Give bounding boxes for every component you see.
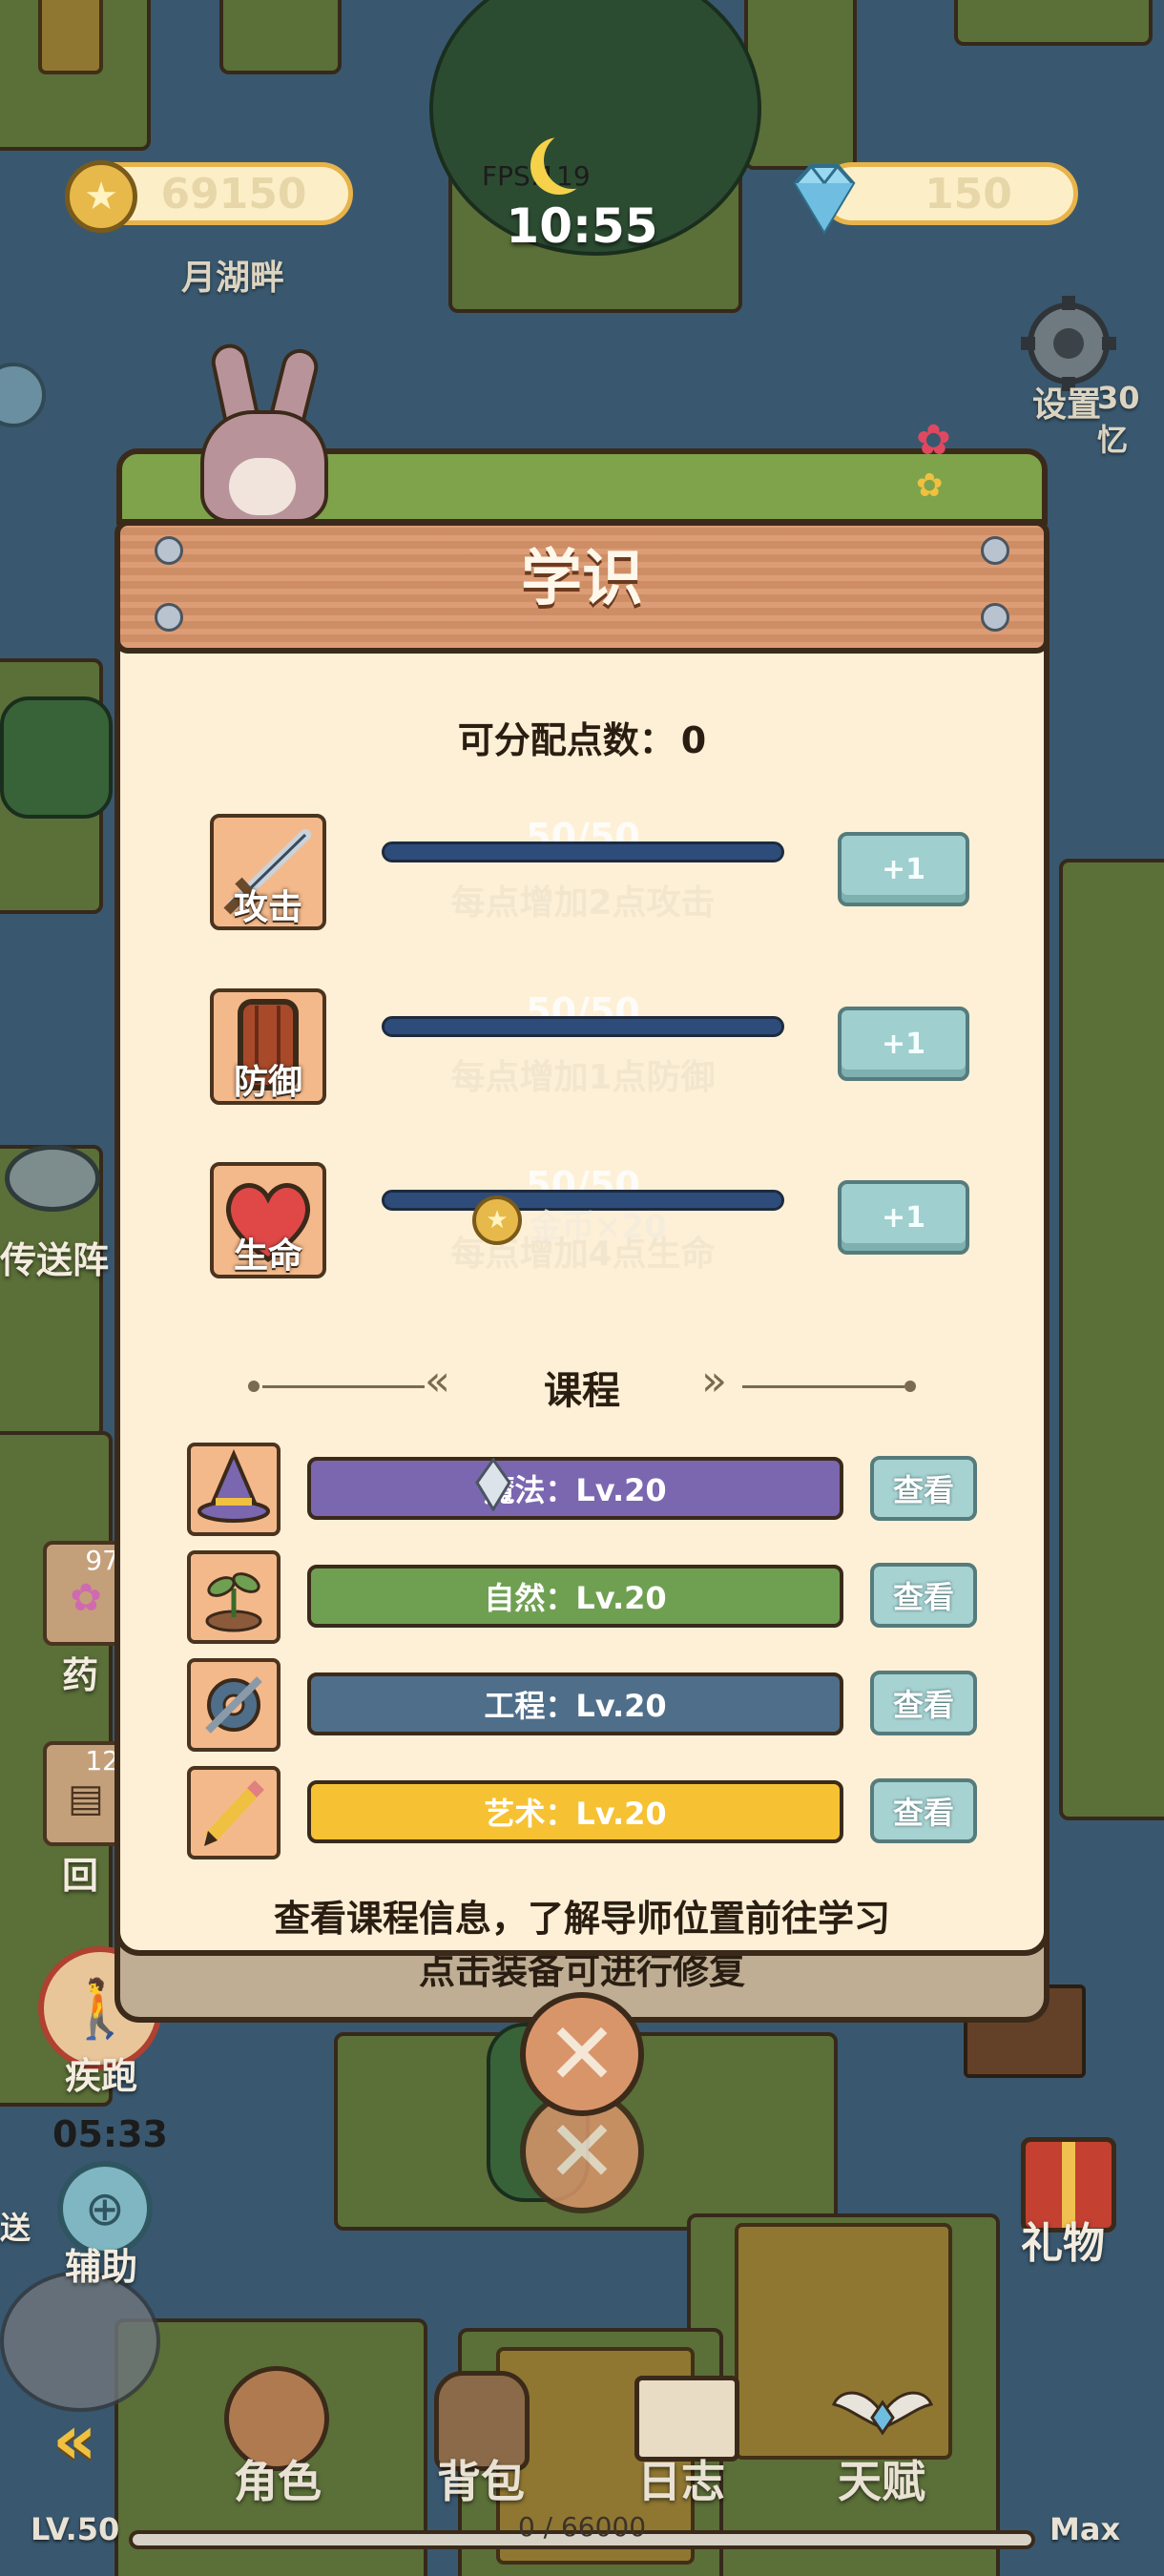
nav-journal[interactable]: 日志 [637,2447,725,2510]
nature-view-button[interactable]: 查看 [870,1563,977,1628]
game-clock: 10:55 [506,198,658,254]
panel-title: 学识 [521,544,643,614]
sprint-timer: 05:33 [52,2113,168,2155]
course-header: 课程 [544,1369,620,1413]
art-view-button[interactable]: 查看 [870,1778,977,1843]
defense-label: 防御 [233,1063,302,1102]
art-course-icon [187,1766,281,1859]
defense-description: 每点增加1点防御 [450,1058,716,1097]
assist-label: 辅助 [65,2246,138,2288]
art-course-bar: 艺术：Lv.20 [307,1780,843,1843]
attack-plus-button[interactable]: +1 [838,832,969,906]
potion-count: 97 [85,1545,119,1576]
attack-label: 攻击 [233,888,302,927]
coin-icon: ★ [65,160,137,233]
chevron-right-icon: » [701,1357,727,1405]
attack-progress-bar [382,841,784,862]
points-value: 0 [680,719,707,761]
nav-character[interactable]: 角色 [234,2447,322,2510]
magic-view-button[interactable]: 查看 [870,1456,977,1521]
points-row: 可分配点数： 0 [114,711,1050,763]
attack-progress-fill [385,844,781,860]
magic-course-icon [187,1443,281,1536]
close-icon: ✕ [546,2004,618,2105]
flower-icon: ✿ [70,1576,102,1620]
course-footer-hint: 查看课程信息，了解导师位置前往学习 [273,1898,890,1940]
potion-label: 药 [62,1654,99,1696]
divider-line [742,1385,904,1388]
life-label: 生命 [233,1236,302,1276]
sprint-label: 疾跑 [65,2055,138,2097]
gem-icon [475,1457,511,1512]
nav-talent[interactable]: 天赋 [838,2447,925,2510]
close-button[interactable]: ✕ [520,1992,644,2116]
nav-backpack[interactable]: 背包 [437,2447,525,2510]
teleport-portal-icon [5,1145,100,1212]
engineering-view-button[interactable]: 查看 [870,1671,977,1735]
exp-value: 0 / 66000 [517,2511,647,2543]
defense-progress-bar [382,1016,784,1037]
corner-number: 30 忆 [1097,380,1140,458]
chevron-left-icon: « [425,1357,450,1405]
settings-label: 设置 [1032,385,1102,425]
coin-icon: ★ [472,1195,522,1245]
moon-icon [544,132,601,189]
divider-dot [248,1381,260,1392]
gear-wrench-icon [205,1676,262,1734]
flower-decoration-icon: ✿ ✿ [916,416,951,506]
gift-button[interactable]: 礼物 [1021,2209,1105,2270]
nature-course-bar: 自然：Lv.20 [307,1565,843,1628]
divider-dot [904,1381,916,1392]
recall-label: 回 [62,1855,99,1897]
book-icon: ▤ [68,1776,104,1820]
defense-plus-button[interactable]: +1 [838,1007,969,1081]
recall-count: 12 [85,1745,119,1776]
rabbit-character [200,341,328,523]
magic-course-bar: 魔法：Lv.20 [307,1457,843,1520]
diamond-icon [784,160,864,237]
max-label: Max [1050,2511,1121,2547]
send-label: 送 [0,2210,31,2246]
divider-line [262,1385,425,1388]
attack-description: 每点增加2点攻击 [450,883,716,923]
gem-value: 150 [925,169,1012,218]
coin-cost-popup: 金币×20 [530,1208,667,1246]
location-label: 月湖畔 [181,259,285,298]
engineering-course-icon [187,1658,281,1752]
life-plus-button[interactable]: +1 [838,1180,969,1255]
coin-value: 69150 [160,169,307,218]
nature-course-icon [187,1550,281,1644]
defense-progress-fill [385,1019,781,1034]
teleport-button[interactable]: 传送阵 [0,1231,109,1283]
close-icon: ✕ [546,2101,618,2202]
engineering-course-bar: 工程：Lv.20 [307,1672,843,1735]
sprout-icon [205,1572,262,1632]
player-level: LV.50 [31,2511,120,2547]
back-arrows-button[interactable]: « [52,2399,97,2480]
pencil-icon [204,1780,264,1846]
wizard-hat-icon [197,1448,270,1523]
points-label: 可分配点数： [457,719,676,761]
